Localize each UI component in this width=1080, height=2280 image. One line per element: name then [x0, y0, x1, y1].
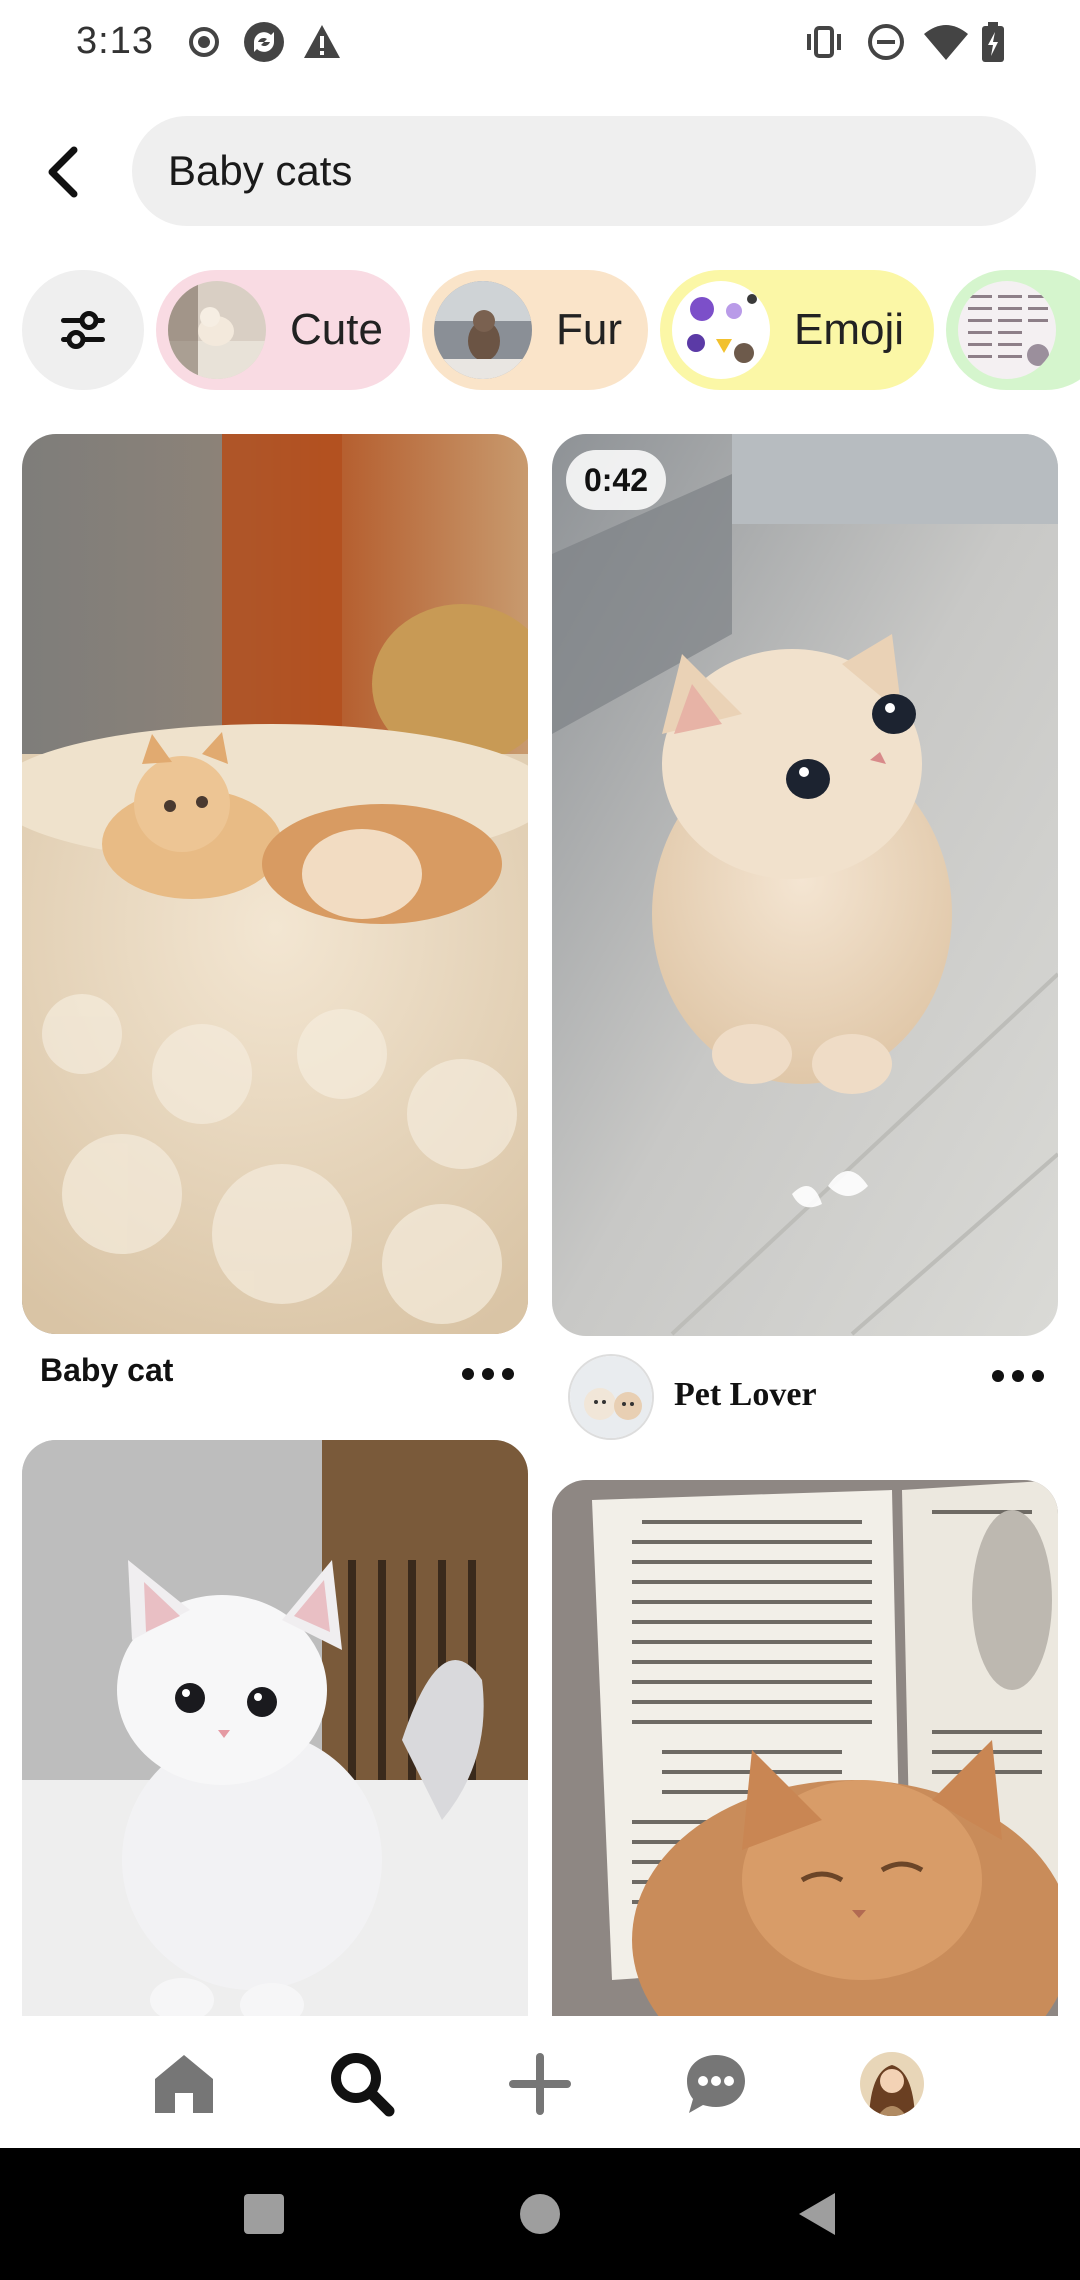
nav-search[interactable] — [322, 2044, 402, 2124]
record-icon — [189, 27, 219, 57]
recents-button[interactable] — [240, 2190, 288, 2238]
chip-more[interactable] — [946, 270, 1080, 390]
chip-cute[interactable]: Cute — [156, 270, 410, 390]
search-icon — [331, 2053, 395, 2117]
chip-fur-thumbnail — [434, 281, 532, 379]
home-icon — [155, 2055, 213, 2113]
video-duration-badge: 0:42 — [566, 450, 666, 510]
author-name[interactable]: Pet Lover — [674, 1376, 817, 1414]
pin-more-button[interactable] — [988, 1356, 1048, 1396]
pin-card[interactable] — [552, 1480, 1058, 2080]
warning-icon — [304, 25, 340, 58]
more-dot — [1032, 1370, 1044, 1382]
nav-messages[interactable] — [676, 2044, 756, 2124]
author-avatar[interactable] — [568, 1354, 654, 1440]
search-input[interactable]: Baby cats — [132, 116, 1036, 226]
chip-emoji[interactable]: Emoji — [660, 270, 934, 390]
wifi-icon — [924, 25, 968, 60]
more-dot — [502, 1368, 514, 1380]
more-dot — [482, 1368, 494, 1380]
pin-card-video[interactable]: 0:42 — [552, 434, 1058, 1336]
bottom-nav — [0, 2016, 1080, 2148]
chip-emoji-thumbnail — [672, 281, 770, 379]
chip-fur-label: Fur — [556, 305, 622, 354]
nav-profile[interactable] — [852, 2044, 932, 2124]
battery-icon — [982, 22, 1004, 62]
messages-icon — [687, 2055, 745, 2113]
chip-emoji-label: Emoji — [794, 305, 905, 354]
filter-sliders-icon — [61, 311, 105, 349]
kitten-with-book-image — [552, 1480, 1058, 2080]
nav-create[interactable] — [500, 2044, 580, 2124]
nav-home[interactable] — [144, 2044, 224, 2124]
status-bar: 3:13 — [0, 0, 1080, 88]
system-back-icon — [799, 2193, 835, 2235]
chip-fur[interactable]: Fur — [422, 270, 648, 390]
pin-card[interactable] — [22, 1440, 528, 2080]
kitten-on-blanket-image — [22, 434, 528, 1334]
back-system-button[interactable] — [792, 2190, 840, 2238]
recents-icon — [244, 2194, 284, 2234]
back-button[interactable] — [32, 132, 96, 212]
do-not-disturb-icon — [868, 24, 904, 60]
status-time: 3:13 — [76, 20, 154, 62]
pin-card[interactable] — [22, 434, 528, 1334]
kitten-looking-up-image — [552, 434, 1058, 1336]
system-home-icon — [520, 2194, 560, 2234]
pin-more-button[interactable] — [458, 1354, 518, 1394]
more-dot — [992, 1370, 1004, 1382]
pin-title: Baby cat — [40, 1352, 174, 1388]
add-icon — [509, 2053, 571, 2115]
chip-cute-thumbnail — [168, 281, 266, 379]
home-button[interactable] — [516, 2190, 564, 2238]
chip-more-thumbnail — [958, 281, 1056, 379]
sync-icon — [244, 22, 284, 62]
more-dot — [1012, 1370, 1024, 1382]
white-kitten-image — [22, 1440, 528, 2080]
back-arrow-icon — [48, 146, 78, 198]
vibrate-icon — [807, 26, 841, 58]
filter-button[interactable] — [22, 270, 144, 390]
profile-avatar — [860, 2052, 924, 2116]
chip-cute-label: Cute — [290, 305, 383, 354]
more-dot — [462, 1368, 474, 1380]
filter-chips: Cute Fur Emoji — [0, 268, 1080, 392]
system-nav-bar — [0, 2148, 1080, 2280]
